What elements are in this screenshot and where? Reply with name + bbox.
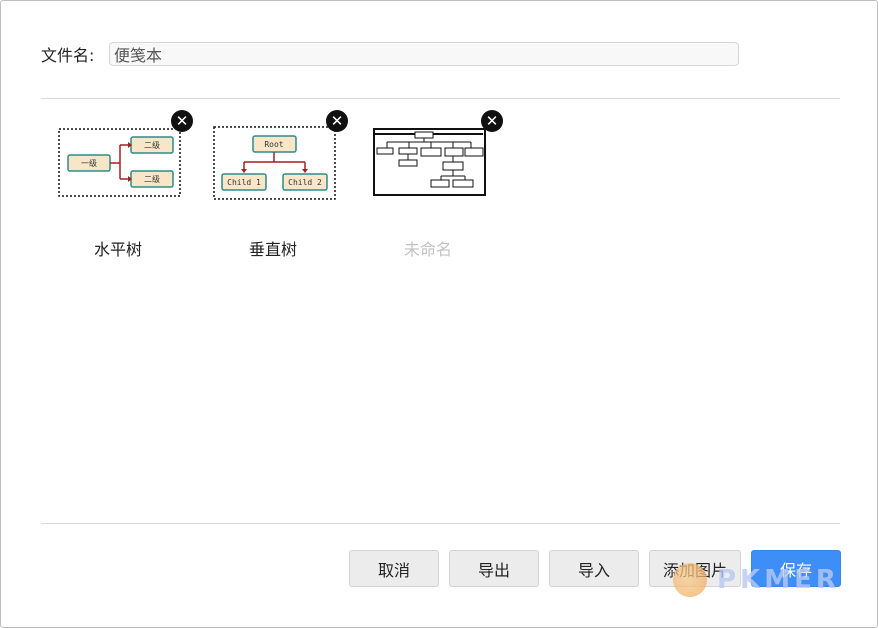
horizontal-tree-thumbnail: 一级 二级 二级 (58, 128, 181, 197)
remove-template-close-icon[interactable]: ✕ (326, 110, 348, 132)
file-name-row: 文件名: (41, 41, 739, 67)
file-name-label: 文件名: (41, 46, 95, 65)
import-button[interactable]: 导入 (549, 550, 639, 587)
template-label: 水平树 (93, 240, 142, 259)
remove-template-close-icon[interactable]: ✕ (171, 110, 193, 132)
template-card-vertical-tree[interactable]: Root Child 1 Child 2 ✕ 垂直树 (211, 106, 351, 259)
template-card-horizontal-tree[interactable]: 一级 二级 二级 ✕ 水平树 (56, 106, 196, 259)
top-divider (41, 98, 840, 99)
add-image-button[interactable]: 添加图片 (649, 550, 741, 587)
cancel-button[interactable]: 取消 (349, 550, 439, 587)
thumb-child-text: Child 2 (288, 178, 322, 187)
bottom-divider (41, 523, 840, 524)
thumb-root-text: 一级 (81, 158, 97, 168)
thumb-root-text: Root (264, 140, 283, 149)
save-button[interactable]: 保存 (751, 550, 841, 587)
template-card-unnamed[interactable]: ✕ 未命名 (366, 106, 506, 259)
file-name-input[interactable] (109, 42, 739, 66)
thumb-child-text: Child 1 (227, 178, 261, 187)
unnamed-template-thumbnail (373, 128, 486, 196)
template-dialog: 文件名: 一级 二级 二级 ✕ 水平树 Root Child 1 Child 2 (0, 0, 878, 628)
thumb-child-text: 二级 (144, 174, 160, 184)
thumb-child-text: 二级 (144, 140, 160, 150)
template-label: 未命名 (403, 240, 452, 259)
remove-template-close-icon[interactable]: ✕ (481, 110, 503, 132)
export-button[interactable]: 导出 (449, 550, 539, 587)
vertical-tree-thumbnail: Root Child 1 Child 2 (213, 126, 336, 200)
template-label: 垂直树 (248, 240, 297, 259)
